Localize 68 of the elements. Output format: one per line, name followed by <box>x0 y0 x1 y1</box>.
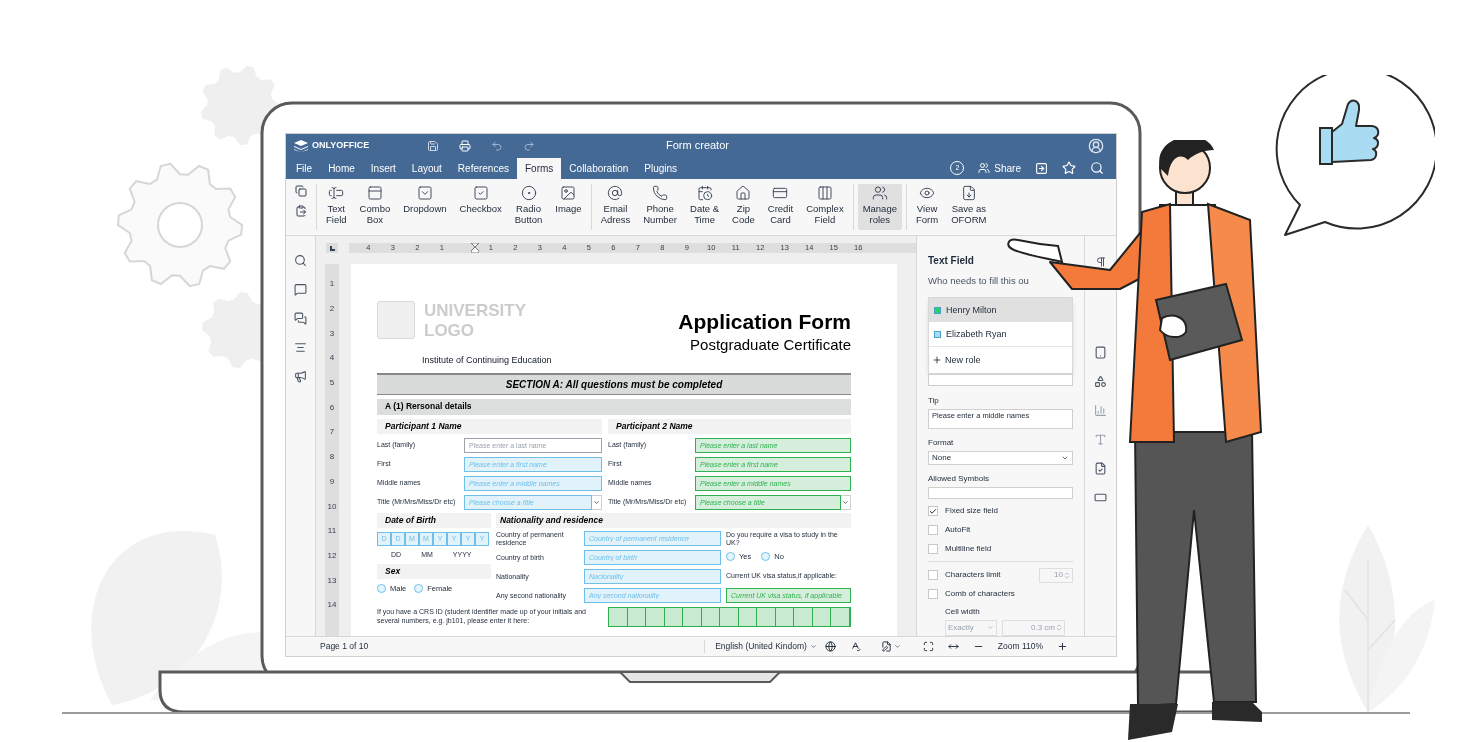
toolbar-button[interactable]: Date & Time <box>685 184 725 230</box>
institute-name: Institute of Continuing Education <box>422 354 552 367</box>
field-label: Cell width <box>945 606 981 618</box>
menu-tab[interactable]: Home <box>320 158 363 179</box>
field-label: Format <box>928 437 955 450</box>
menu-tab[interactable]: Plugins <box>636 158 686 179</box>
column-heading: Participant 1 Name <box>377 418 602 434</box>
ruler-number: 8 <box>329 451 335 464</box>
ruler-number: 10 <box>327 500 337 513</box>
language-select[interactable]: English (United Kindom) <box>704 640 817 653</box>
toolbar-button[interactable]: Radio Button <box>509 184 548 230</box>
toolbar-button[interactable]: Checkbox <box>454 184 507 230</box>
section-heading: SECTION A: All questions must be completed <box>377 372 851 395</box>
share-button[interactable]: Share <box>978 160 1021 176</box>
role-option[interactable]: Henry Milton <box>929 298 1072 323</box>
column-heading: Sex <box>377 564 491 579</box>
column-heading: Date of Birth <box>377 512 491 528</box>
role-option[interactable]: Elizabeth Ryan <box>929 322 1072 347</box>
checkbox-label: AutoFit <box>945 524 971 537</box>
toolbar-button[interactable]: Zip Code <box>727 184 760 230</box>
column-heading: Participant 2 Name <box>608 418 851 434</box>
form-title: Application Form <box>678 310 851 334</box>
toolbar-button[interactable]: Phone Number <box>638 184 683 230</box>
toolbar-button[interactable]: Image <box>550 184 587 230</box>
ruler-number: 9 <box>329 475 335 488</box>
checkbox-label: Comb of characters <box>945 588 1015 600</box>
ruler-number: 11 <box>327 525 337 538</box>
checkbox-label: Fixed size field <box>945 505 998 518</box>
ruler-number: 7 <box>329 426 335 439</box>
ruler-number: 2 <box>329 303 335 316</box>
panel-title: Text Field <box>928 254 975 268</box>
page-count: Page 1 of 10 <box>320 640 369 653</box>
ruler-number: 14 <box>327 599 337 612</box>
toolbar-button[interactable]: Complex Field <box>801 184 849 230</box>
toolbar-button[interactable]: Text Field <box>321 184 352 230</box>
menu-tab[interactable]: Insert <box>362 158 404 179</box>
zoom-level: Zoom 110% <box>997 640 1043 653</box>
menu-tab[interactable]: Layout <box>403 158 450 179</box>
form-subtitle: Postgraduate Certificate <box>690 336 851 354</box>
checkbox-label: Characters limit <box>945 569 1001 582</box>
format-select[interactable]: None <box>928 451 1073 466</box>
ruler-number: 1 <box>329 278 335 291</box>
toolbar-button[interactable]: Save as OFORM <box>946 184 992 230</box>
toolbar-button[interactable]: Dropdown <box>398 184 452 230</box>
ruler-number: 5 <box>329 377 335 390</box>
ruler-number: 4 <box>329 352 335 365</box>
field-label: Tip <box>928 395 940 408</box>
menu-tab[interactable]: Collaboration <box>561 158 637 179</box>
window-title: Form creator <box>666 138 729 154</box>
column-heading: Nationality and residence <box>496 512 851 528</box>
new-role-button[interactable]: New role <box>929 347 1072 374</box>
toolbar-button[interactable]: Credit Card <box>762 184 799 230</box>
menu-tab[interactable]: References <box>449 158 517 179</box>
ruler-number: 13 <box>327 574 337 587</box>
ruler-number: 6 <box>329 401 335 414</box>
subsection-heading: A (1) Rersonal details <box>377 398 851 415</box>
brand-name: ONLYOFFICE <box>312 138 370 152</box>
toolbar-button[interactable]: Combo Box <box>354 184 396 230</box>
toolbar-button[interactable]: View Form <box>911 184 944 230</box>
menu-tab[interactable]: File <box>288 158 321 179</box>
ruler-number: 3 <box>329 327 335 340</box>
toolbar-button[interactable]: Email Adress <box>595 184 636 230</box>
field-label: Allowed Symbols <box>928 473 990 486</box>
checkbox-label: Multiline field <box>945 543 992 556</box>
toolbar-button[interactable]: Manage roles <box>857 184 902 230</box>
menu-tab[interactable]: Forms <box>517 158 562 179</box>
ruler-number: 12 <box>327 549 337 562</box>
role-prompt: Who needs to fill this ou <box>928 274 1030 288</box>
